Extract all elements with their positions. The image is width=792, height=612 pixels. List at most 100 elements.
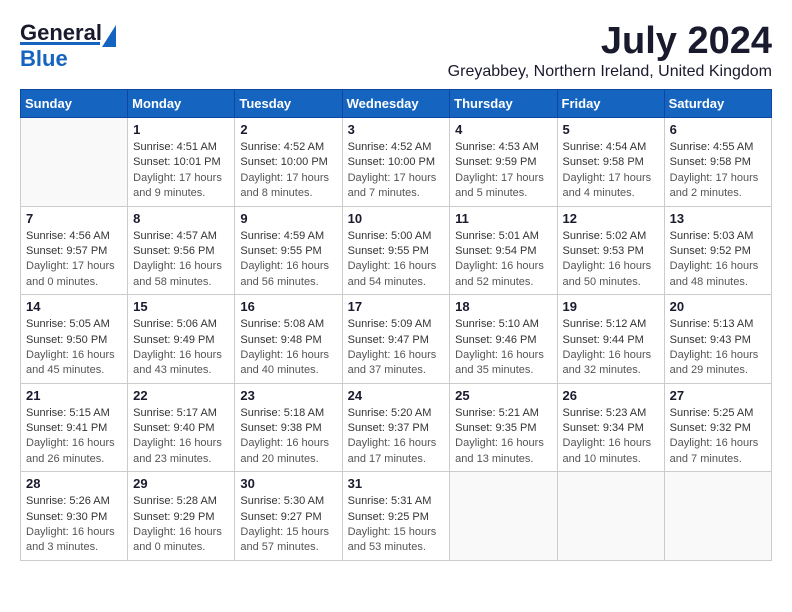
logo-blue: Blue: [20, 42, 100, 72]
calendar-cell: 31 Sunrise: 5:31 AMSunset: 9:25 PMDayligh…: [342, 472, 450, 561]
calendar-cell: 18 Sunrise: 5:10 AMSunset: 9:46 PMDayligh…: [450, 295, 557, 384]
day-number: 5: [563, 122, 659, 137]
calendar: SundayMondayTuesdayWednesdayThursdayFrid…: [20, 89, 772, 561]
col-header-tuesday: Tuesday: [235, 90, 342, 118]
day-number: 11: [455, 211, 551, 226]
day-number: 10: [348, 211, 445, 226]
calendar-cell: 20 Sunrise: 5:13 AMSunset: 9:43 PMDayligh…: [664, 295, 771, 384]
day-number: 9: [240, 211, 336, 226]
col-header-friday: Friday: [557, 90, 664, 118]
day-number: 18: [455, 299, 551, 314]
col-header-wednesday: Wednesday: [342, 90, 450, 118]
col-header-saturday: Saturday: [664, 90, 771, 118]
day-number: 28: [26, 476, 122, 491]
day-info: Sunrise: 5:20 AMSunset: 9:37 PMDaylight:…: [348, 406, 445, 468]
calendar-cell: 4 Sunrise: 4:53 AMSunset: 9:59 PMDaylight…: [450, 118, 557, 207]
day-info: Sunrise: 5:25 AMSunset: 9:32 PMDaylight:…: [670, 406, 766, 468]
calendar-cell: [21, 118, 128, 207]
calendar-cell: 27 Sunrise: 5:25 AMSunset: 9:32 PMDayligh…: [664, 383, 771, 472]
day-number: 8: [133, 211, 229, 226]
day-info: Sunrise: 4:55 AMSunset: 9:58 PMDaylight:…: [670, 140, 766, 202]
calendar-cell: 19Sunrise: 5:12 AMSunset: 9:44 PMDayligh…: [557, 295, 664, 384]
day-number: 23: [240, 388, 336, 403]
day-info: Sunrise: 5:13 AMSunset: 9:43 PMDaylight:…: [670, 317, 766, 379]
day-info: Sunrise: 5:31 AMSunset: 9:25 PMDaylight:…: [348, 494, 445, 556]
calendar-cell: 11 Sunrise: 5:01 AMSunset: 9:54 PMDayligh…: [450, 206, 557, 295]
day-number: 16: [240, 299, 336, 314]
day-number: 1: [133, 122, 229, 137]
day-info: Sunrise: 4:52 AMSunset: 10:00 PMDaylight…: [240, 140, 336, 202]
col-header-thursday: Thursday: [450, 90, 557, 118]
day-info: Sunrise: 4:59 AMSunset: 9:55 PMDaylight:…: [240, 229, 336, 291]
day-info: Sunrise: 5:10 AMSunset: 9:46 PMDaylight:…: [455, 317, 551, 379]
calendar-cell: 26 Sunrise: 5:23 AMSunset: 9:34 PMDayligh…: [557, 383, 664, 472]
calendar-cell: 21 Sunrise: 5:15 AMSunset: 9:41 PMDayligh…: [21, 383, 128, 472]
calendar-cell: [664, 472, 771, 561]
day-info: Sunrise: 5:18 AMSunset: 9:38 PMDaylight:…: [240, 406, 336, 468]
col-header-sunday: Sunday: [21, 90, 128, 118]
day-info: Sunrise: 4:56 AMSunset: 9:57 PMDaylight:…: [26, 229, 122, 291]
calendar-cell: 7 Sunrise: 4:56 AMSunset: 9:57 PMDaylight…: [21, 206, 128, 295]
calendar-cell: 28 Sunrise: 5:26 AMSunset: 9:30 PMDayligh…: [21, 472, 128, 561]
day-info: Sunrise: 4:52 AMSunset: 10:00 PMDaylight…: [348, 140, 445, 202]
day-info: Sunrise: 5:06 AMSunset: 9:49 PMDaylight:…: [133, 317, 229, 379]
day-info: Sunrise: 4:53 AMSunset: 9:59 PMDaylight:…: [455, 140, 551, 202]
calendar-cell: 16 Sunrise: 5:08 AMSunset: 9:48 PMDayligh…: [235, 295, 342, 384]
calendar-cell: 9 Sunrise: 4:59 AMSunset: 9:55 PMDaylight…: [235, 206, 342, 295]
calendar-cell: 15 Sunrise: 5:06 AMSunset: 9:49 PMDayligh…: [128, 295, 235, 384]
day-number: 13: [670, 211, 766, 226]
day-info: Sunrise: 4:51 AMSunset: 10:01 PMDaylight…: [133, 140, 229, 202]
day-info: Sunrise: 5:26 AMSunset: 9:30 PMDaylight:…: [26, 494, 122, 556]
day-info: Sunrise: 5:02 AMSunset: 9:53 PMDaylight:…: [563, 229, 659, 291]
location: Greyabbey, Northern Ireland, United King…: [448, 63, 772, 81]
calendar-cell: 17 Sunrise: 5:09 AMSunset: 9:47 PMDayligh…: [342, 295, 450, 384]
calendar-cell: 13 Sunrise: 5:03 AMSunset: 9:52 PMDayligh…: [664, 206, 771, 295]
day-number: 19: [563, 299, 659, 314]
calendar-cell: 5 Sunrise: 4:54 AMSunset: 9:58 PMDaylight…: [557, 118, 664, 207]
calendar-cell: 2 Sunrise: 4:52 AMSunset: 10:00 PMDayligh…: [235, 118, 342, 207]
day-number: 20: [670, 299, 766, 314]
day-info: Sunrise: 5:30 AMSunset: 9:27 PMDaylight:…: [240, 494, 336, 556]
day-info: Sunrise: 5:23 AMSunset: 9:34 PMDaylight:…: [563, 406, 659, 468]
calendar-cell: 6 Sunrise: 4:55 AMSunset: 9:58 PMDaylight…: [664, 118, 771, 207]
day-info: Sunrise: 5:15 AMSunset: 9:41 PMDaylight:…: [26, 406, 122, 468]
day-number: 4: [455, 122, 551, 137]
calendar-cell: 3 Sunrise: 4:52 AMSunset: 10:00 PMDayligh…: [342, 118, 450, 207]
calendar-cell: 10 Sunrise: 5:00 AMSunset: 9:55 PMDayligh…: [342, 206, 450, 295]
calendar-cell: [450, 472, 557, 561]
day-info: Sunrise: 5:09 AMSunset: 9:47 PMDaylight:…: [348, 317, 445, 379]
logo: General Blue: [20, 20, 104, 72]
day-info: Sunrise: 5:01 AMSunset: 9:54 PMDaylight:…: [455, 229, 551, 291]
day-number: 31: [348, 476, 445, 491]
day-number: 3: [348, 122, 445, 137]
day-number: 14: [26, 299, 122, 314]
calendar-cell: 1 Sunrise: 4:51 AMSunset: 10:01 PMDayligh…: [128, 118, 235, 207]
day-info: Sunrise: 5:00 AMSunset: 9:55 PMDaylight:…: [348, 229, 445, 291]
calendar-cell: [557, 472, 664, 561]
col-header-monday: Monday: [128, 90, 235, 118]
calendar-cell: 30 Sunrise: 5:30 AMSunset: 9:27 PMDayligh…: [235, 472, 342, 561]
day-info: Sunrise: 5:17 AMSunset: 9:40 PMDaylight:…: [133, 406, 229, 468]
day-number: 29: [133, 476, 229, 491]
day-number: 6: [670, 122, 766, 137]
day-info: Sunrise: 4:54 AMSunset: 9:58 PMDaylight:…: [563, 140, 659, 202]
day-info: Sunrise: 5:08 AMSunset: 9:48 PMDaylight:…: [240, 317, 336, 379]
day-number: 22: [133, 388, 229, 403]
day-number: 26: [563, 388, 659, 403]
day-info: Sunrise: 5:03 AMSunset: 9:52 PMDaylight:…: [670, 229, 766, 291]
day-number: 27: [670, 388, 766, 403]
day-number: 30: [240, 476, 336, 491]
title-area: July 2024 Greyabbey, Northern Ireland, U…: [448, 20, 772, 81]
day-number: 2: [240, 122, 336, 137]
day-info: Sunrise: 5:05 AMSunset: 9:50 PMDaylight:…: [26, 317, 122, 379]
day-info: Sunrise: 5:28 AMSunset: 9:29 PMDaylight:…: [133, 494, 229, 556]
day-number: 7: [26, 211, 122, 226]
day-number: 25: [455, 388, 551, 403]
day-number: 21: [26, 388, 122, 403]
day-info: Sunrise: 4:57 AMSunset: 9:56 PMDaylight:…: [133, 229, 229, 291]
day-number: 17: [348, 299, 445, 314]
calendar-cell: 12Sunrise: 5:02 AMSunset: 9:53 PMDayligh…: [557, 206, 664, 295]
day-number: 15: [133, 299, 229, 314]
day-info: Sunrise: 5:21 AMSunset: 9:35 PMDaylight:…: [455, 406, 551, 468]
calendar-cell: 24Sunrise: 5:20 AMSunset: 9:37 PMDayligh…: [342, 383, 450, 472]
